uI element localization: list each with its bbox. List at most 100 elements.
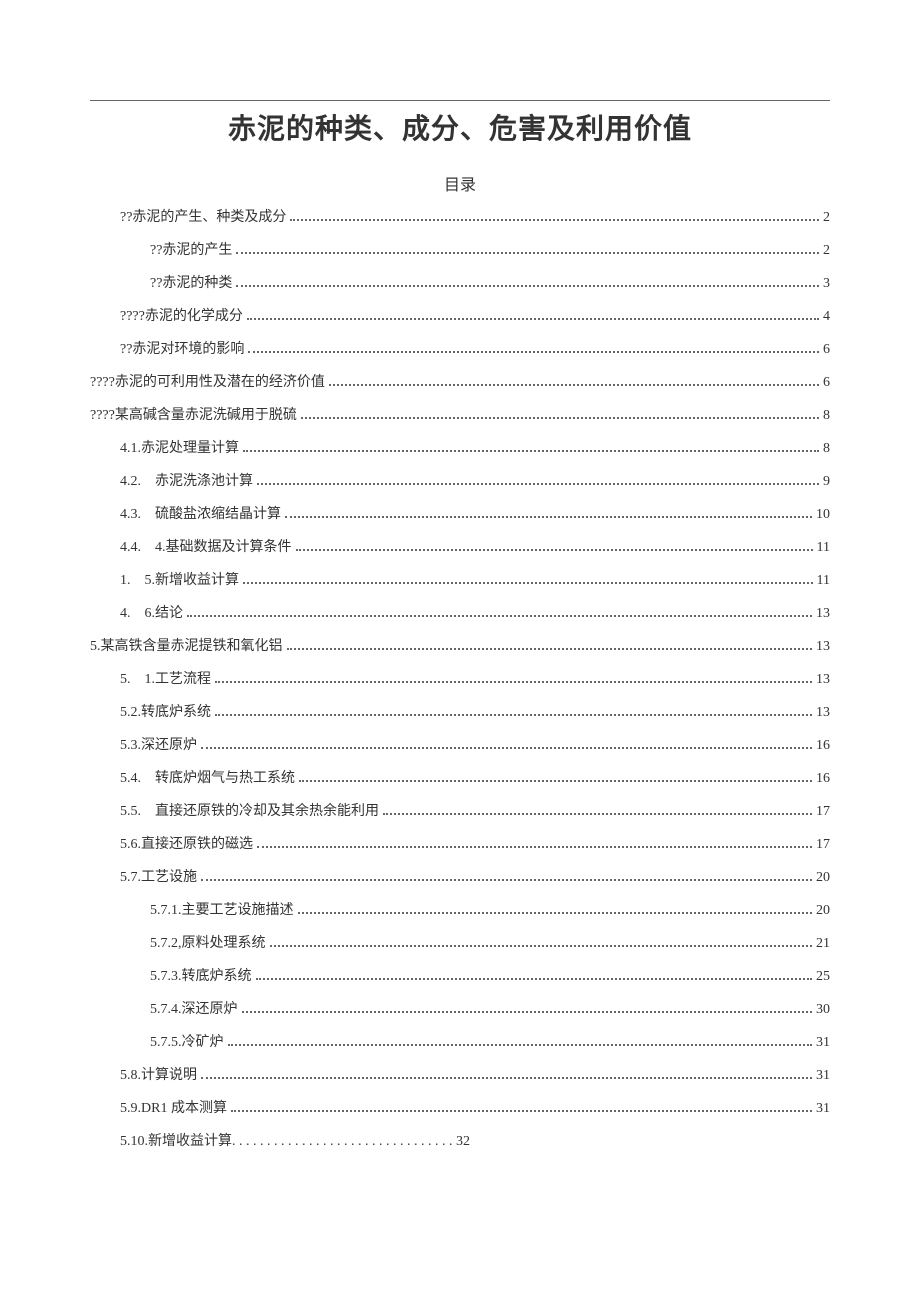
toc-entry[interactable]: 5.10.新增收益计算. . . . . . . . . . . . . . .… bbox=[90, 1125, 830, 1158]
toc-entry-page: 17 bbox=[816, 801, 830, 822]
toc-leader-dots bbox=[285, 510, 812, 518]
toc-entry-page: 31 bbox=[816, 1065, 830, 1086]
toc-entry[interactable]: 4.1.赤泥处理量计算 8 bbox=[90, 432, 830, 465]
toc-entry[interactable]: 5.3.深还原炉 16 bbox=[90, 729, 830, 762]
toc-entry[interactable]: 4.4. 4.基础数据及计算条件 11 bbox=[90, 531, 830, 564]
toc-leader-dots bbox=[236, 279, 819, 287]
toc-entry[interactable]: 5.7.3.转底炉系统 25 bbox=[90, 960, 830, 993]
toc-entry-label: ??赤泥的种类 bbox=[150, 273, 232, 294]
toc-entry[interactable]: 5.2.转底炉系统 13 bbox=[90, 696, 830, 729]
toc-leader-dots bbox=[301, 411, 819, 419]
toc-leader-dots bbox=[257, 840, 812, 848]
toc-entry[interactable]: ??赤泥的产生2 bbox=[90, 234, 830, 267]
toc-entry-label: 5.9.DR1 成本测算 bbox=[120, 1098, 227, 1119]
toc-entry-page: 20 bbox=[816, 900, 830, 921]
toc-entry[interactable]: 5.7.工艺设施 20 bbox=[90, 861, 830, 894]
toc-entry-label: ????某高碱含量赤泥洗碱用于脱硫 bbox=[90, 405, 297, 426]
toc-leader-dots bbox=[256, 972, 813, 980]
toc-entry-label: ????赤泥的可利用性及潜在的经济价值 bbox=[90, 372, 325, 393]
toc-leader-dots bbox=[243, 576, 813, 584]
toc-entry-label: 1. 5.新增收益计算 bbox=[120, 570, 239, 591]
toc-entry-page: 25 bbox=[816, 966, 830, 987]
toc-entry-label: ??赤泥的产生、种类及成分 bbox=[120, 207, 286, 228]
toc-leader-dots bbox=[257, 477, 819, 485]
toc-entry-page: 21 bbox=[816, 933, 830, 954]
toc-entry-page: 20 bbox=[816, 867, 830, 888]
toc-entry[interactable]: 5.某高铁含量赤泥提铁和氧化铝 13 bbox=[90, 630, 830, 663]
toc-entry[interactable]: 5.6.直接还原铁的磁选 17 bbox=[90, 828, 830, 861]
toc-leader-dots bbox=[248, 345, 819, 353]
toc-entry-label: 5.6.直接还原铁的磁选 bbox=[120, 834, 253, 855]
toc-entry[interactable]: 5. 1.工艺流程13 bbox=[90, 663, 830, 696]
toc-leader-dots bbox=[290, 213, 819, 221]
toc-heading: 目录 bbox=[90, 171, 830, 195]
toc-leader-dots bbox=[215, 675, 812, 683]
toc-leader-dots bbox=[242, 1005, 813, 1013]
toc-entry-label: 5.7.3.转底炉系统 bbox=[150, 966, 252, 987]
toc-entry-page: 11 bbox=[817, 570, 830, 591]
toc-leader-dots bbox=[270, 939, 813, 947]
toc-entry-page: 8 bbox=[823, 405, 830, 426]
toc-entry-page: 16 bbox=[816, 735, 830, 756]
toc-entry[interactable]: 5.4. 转底炉烟气与热工系统16 bbox=[90, 762, 830, 795]
toc-entry-page: 6 bbox=[823, 339, 830, 360]
toc-entry-label: 5.10.新增收益计算. . . . . . . . . . . . . . .… bbox=[120, 1131, 470, 1152]
toc-entry-label: 5.4. 转底炉烟气与热工系统 bbox=[120, 768, 295, 789]
toc-entry[interactable]: 4.2. 赤泥洗涤池计算 9 bbox=[90, 465, 830, 498]
toc-entry-page: 13 bbox=[816, 636, 830, 657]
toc-leader-dots bbox=[299, 774, 812, 782]
toc-entry[interactable]: 1. 5.新增收益计算 11 bbox=[90, 564, 830, 597]
toc-entry-page: 30 bbox=[816, 999, 830, 1020]
toc-entry[interactable]: 5.8.计算说明31 bbox=[90, 1059, 830, 1092]
toc-entry[interactable]: ????赤泥的化学成分4 bbox=[90, 300, 830, 333]
toc-entry[interactable]: ??赤泥的种类3 bbox=[90, 267, 830, 300]
toc-entry[interactable]: ??赤泥对环境的影响6 bbox=[90, 333, 830, 366]
toc-entry[interactable]: 5.7.4.深还原炉 30 bbox=[90, 993, 830, 1026]
toc-leader-dots bbox=[247, 312, 819, 320]
toc-entry-label: 5.某高铁含量赤泥提铁和氧化铝 bbox=[90, 636, 283, 657]
toc-entry-label: 5. 1.工艺流程 bbox=[120, 669, 211, 690]
toc-entry-label: 4. 6.结论 bbox=[120, 603, 183, 624]
toc-entry[interactable]: ????某高碱含量赤泥洗碱用于脱硫 8 bbox=[90, 399, 830, 432]
toc-entry-label: 5.7.2,原料处理系统 bbox=[150, 933, 266, 954]
toc-entry-label: 5.7.工艺设施 bbox=[120, 867, 197, 888]
toc-entry-label: 5.2.转底炉系统 bbox=[120, 702, 211, 723]
toc-entry[interactable]: 4.3. 硫酸盐浓缩结晶计算10 bbox=[90, 498, 830, 531]
toc-entry-page: 31 bbox=[816, 1032, 830, 1053]
toc-entry[interactable]: 4. 6.结论13 bbox=[90, 597, 830, 630]
table-of-contents: ??赤泥的产生、种类及成分 2 ??赤泥的产生2??赤泥的种类3????赤泥的化学成… bbox=[90, 201, 830, 1158]
toc-leader-dots bbox=[287, 642, 813, 650]
toc-leader-dots bbox=[243, 444, 819, 452]
toc-entry-label: 5.7.4.深还原炉 bbox=[150, 999, 238, 1020]
toc-leader-dots bbox=[231, 1104, 812, 1112]
toc-entry[interactable]: 5.7.5.冷矿炉 31 bbox=[90, 1026, 830, 1059]
toc-entry[interactable]: 5.7.2,原料处理系统 21 bbox=[90, 927, 830, 960]
toc-entry-label: 4.4. 4.基础数据及计算条件 bbox=[120, 537, 292, 558]
toc-entry-label: ??赤泥的产生 bbox=[150, 240, 232, 261]
toc-entry-page: 8 bbox=[823, 438, 830, 459]
toc-entry-label: 4.3. 硫酸盐浓缩结晶计算 bbox=[120, 504, 281, 525]
toc-entry-page: 13 bbox=[816, 702, 830, 723]
toc-entry-label: 4.1.赤泥处理量计算 bbox=[120, 438, 239, 459]
toc-entry[interactable]: 5.9.DR1 成本测算 31 bbox=[90, 1092, 830, 1125]
toc-leader-dots bbox=[187, 609, 812, 617]
toc-entry-page: 11 bbox=[817, 537, 830, 558]
toc-entry-label: 5.5. 直接还原铁的冷却及其余热余能利用 bbox=[120, 801, 379, 822]
top-divider bbox=[90, 100, 830, 101]
toc-entry-page: 6 bbox=[823, 372, 830, 393]
document-title: 赤泥的种类、成分、危害及利用价值 bbox=[90, 107, 830, 147]
toc-entry-label: 5.7.1.主要工艺设施描述 bbox=[150, 900, 294, 921]
toc-entry-label: 5.3.深还原炉 bbox=[120, 735, 197, 756]
toc-entry[interactable]: ??赤泥的产生、种类及成分 2 bbox=[90, 201, 830, 234]
toc-entry-label: 4.2. 赤泥洗涤池计算 bbox=[120, 471, 253, 492]
toc-entry-label: 5.7.5.冷矿炉 bbox=[150, 1032, 224, 1053]
toc-leader-dots bbox=[201, 1071, 812, 1079]
toc-entry-page: 9 bbox=[823, 471, 830, 492]
toc-entry[interactable]: 5.7.1.主要工艺设施描述 20 bbox=[90, 894, 830, 927]
toc-entry[interactable]: ????赤泥的可利用性及潜在的经济价值 6 bbox=[90, 366, 830, 399]
toc-entry-page: 4 bbox=[823, 306, 830, 327]
toc-entry-page: 31 bbox=[816, 1098, 830, 1119]
toc-entry[interactable]: 5.5. 直接还原铁的冷却及其余热余能利用 17 bbox=[90, 795, 830, 828]
toc-entry-page: 2 bbox=[823, 207, 830, 228]
toc-entry-page: 17 bbox=[816, 834, 830, 855]
